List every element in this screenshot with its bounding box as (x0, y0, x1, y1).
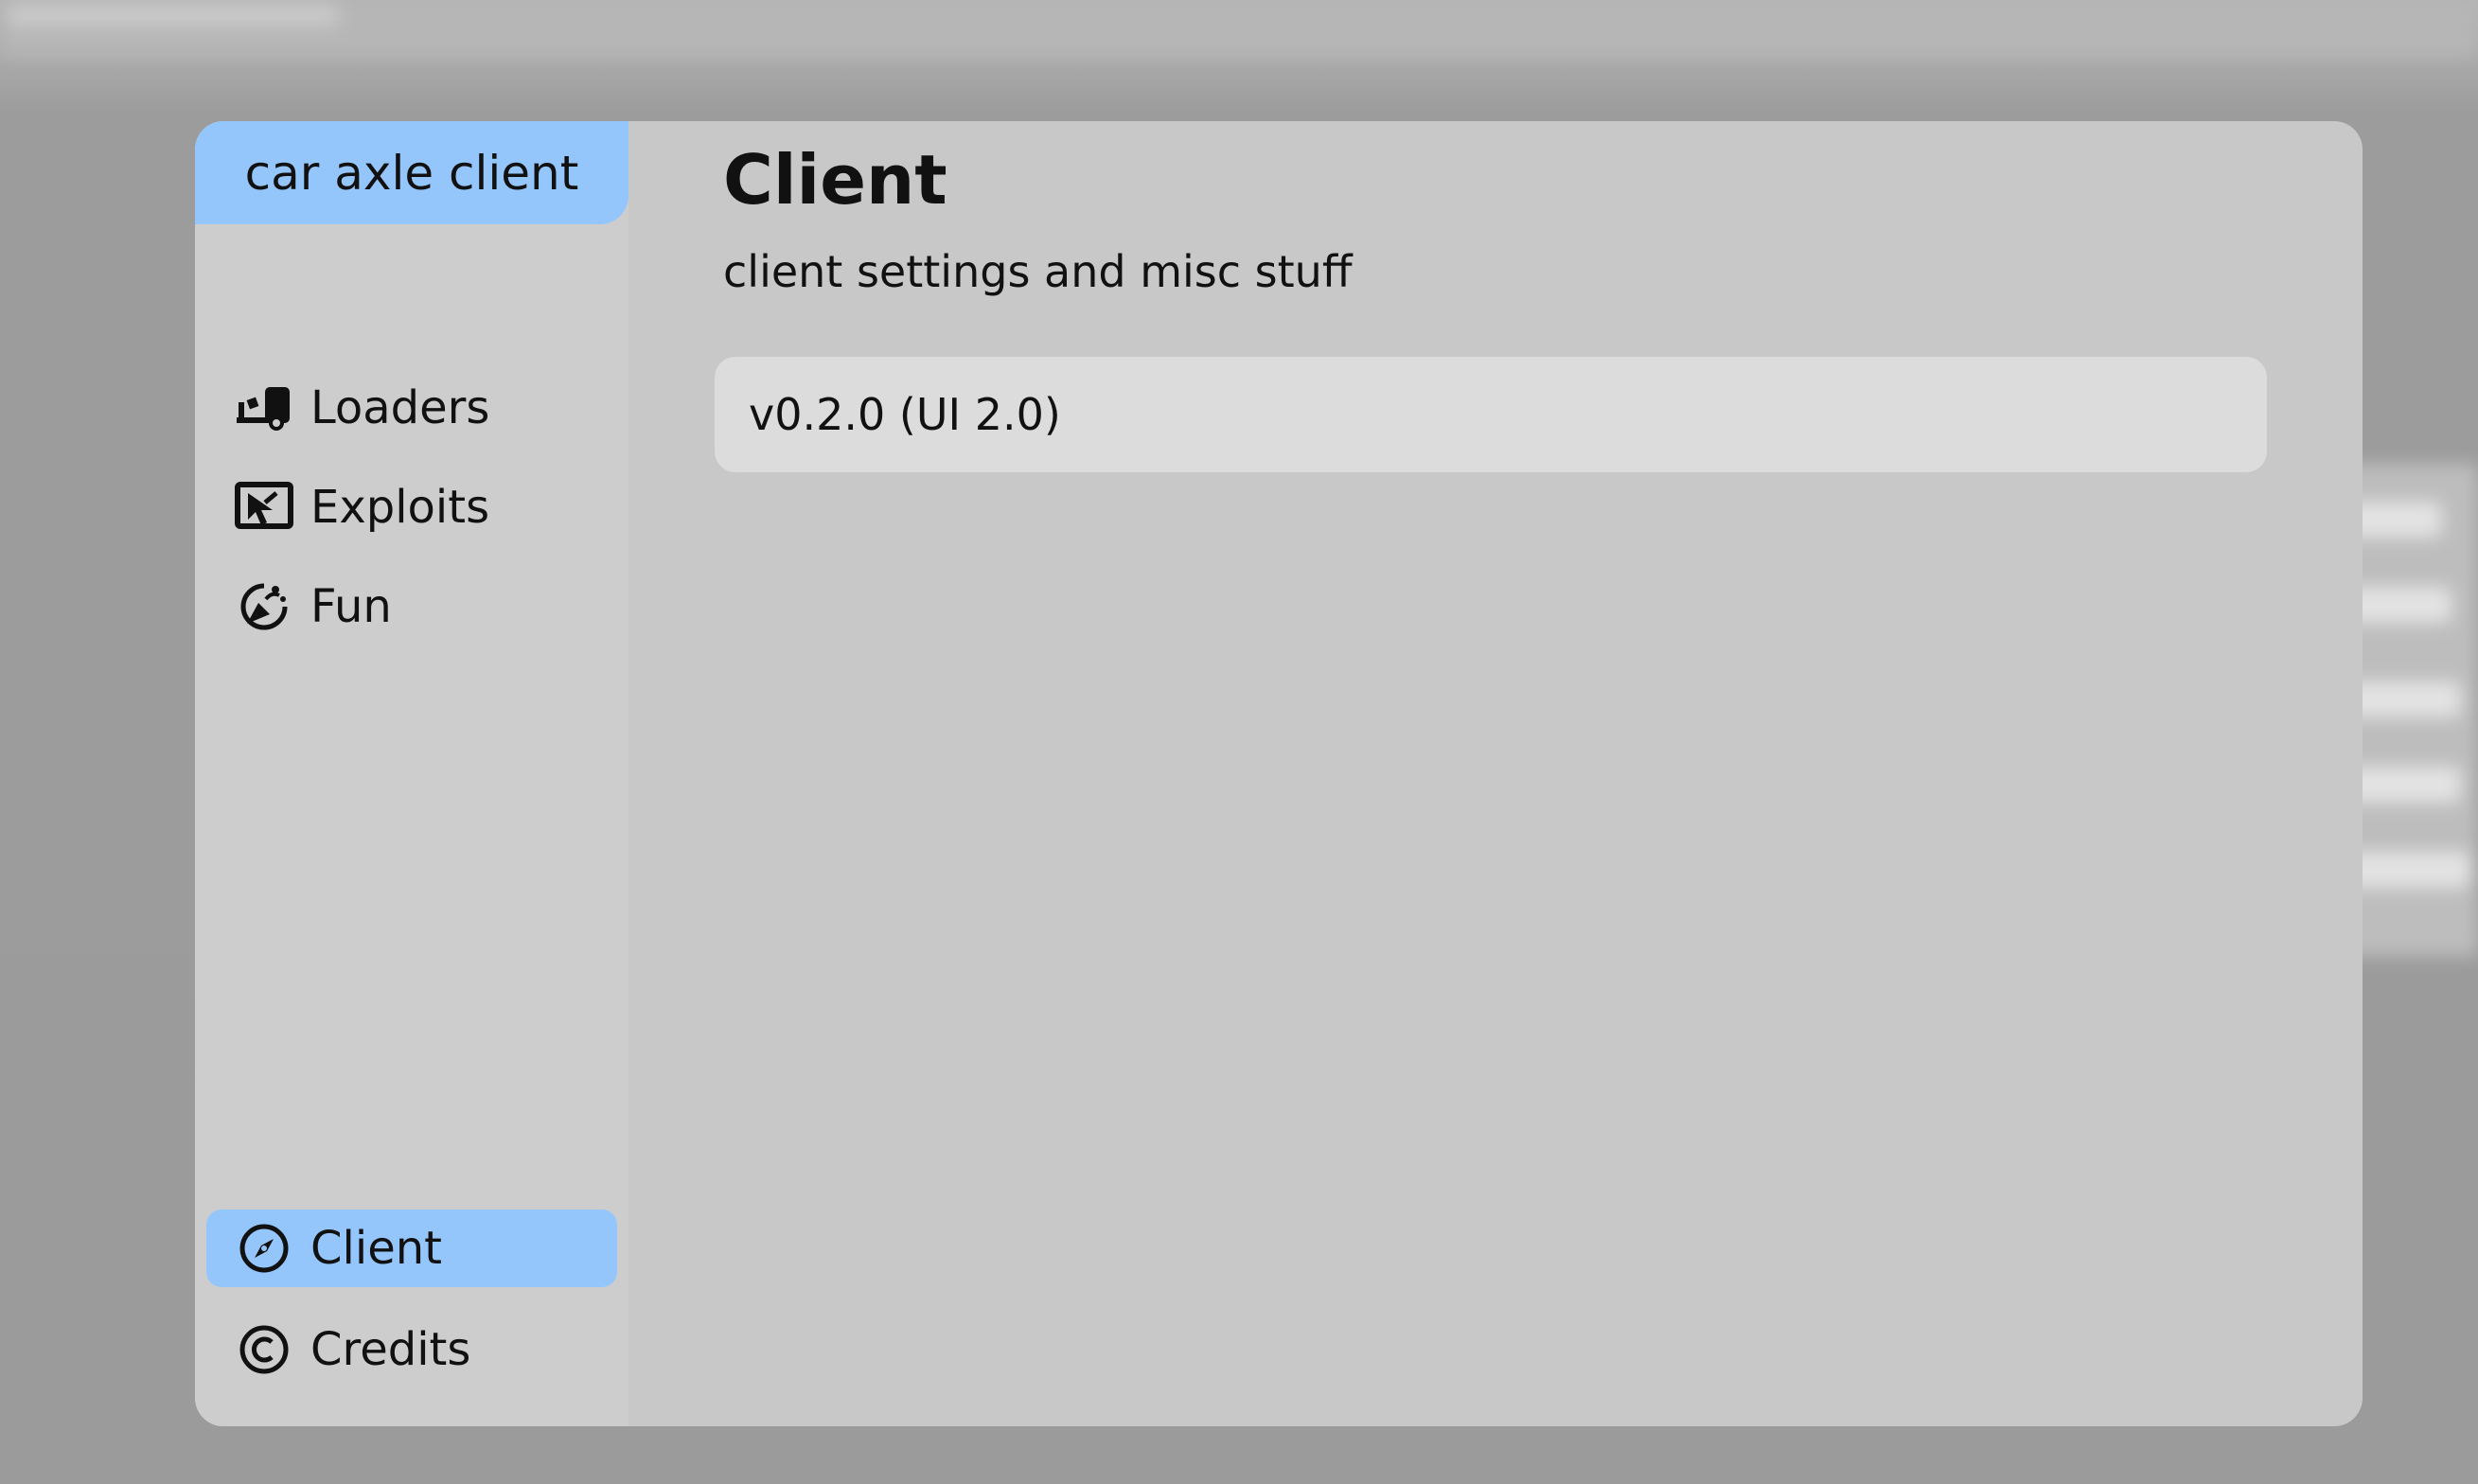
sidebar-item-label: Client (310, 1222, 442, 1275)
copyright-icon (235, 1320, 293, 1379)
sidebar: car axle client Loaders Exploits Fun Cli… (195, 121, 628, 1426)
background-top-text (8, 4, 339, 26)
forklift-icon (235, 379, 293, 437)
sidebar-item-label: Fun (310, 580, 392, 633)
compass-icon (235, 1219, 293, 1278)
cursor-screen-icon (235, 478, 293, 537)
client-window: car axle client Loaders Exploits Fun Cli… (195, 121, 2363, 1426)
page-title: Client (723, 140, 947, 220)
sidebar-item-client[interactable]: Client (206, 1210, 617, 1287)
sidebar-item-credits[interactable]: Credits (206, 1311, 617, 1388)
sidebar-item-fun[interactable]: Fun (206, 568, 617, 645)
sidebar-item-exploits[interactable]: Exploits (206, 468, 617, 546)
brand-title: car axle client (195, 121, 628, 224)
sidebar-item-label: Exploits (310, 481, 490, 534)
page-subtitle: client settings and misc stuff (723, 246, 1353, 297)
party-icon (235, 577, 293, 636)
background-top-bar (0, 0, 2478, 57)
sidebar-item-label: Credits (310, 1323, 471, 1376)
version-card: v0.2.0 (UI 2.0) (715, 357, 2267, 472)
version-label: v0.2.0 (UI 2.0) (749, 389, 1061, 440)
sidebar-item-loaders[interactable]: Loaders (206, 369, 617, 447)
sidebar-item-label: Loaders (310, 381, 490, 434)
